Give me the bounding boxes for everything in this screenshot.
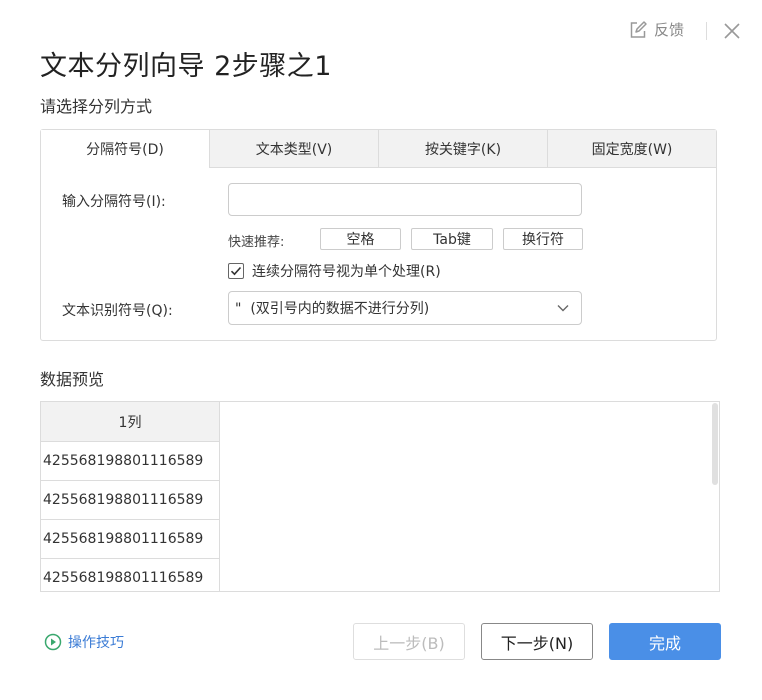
tips-label: 操作技巧 [68, 635, 124, 651]
tab-delimiter[interactable]: 分隔符号(D) [41, 130, 209, 168]
table-cell: 425568198801116589 [41, 519, 220, 559]
table-cell: 425568198801116589 [41, 480, 220, 520]
next-step-button[interactable]: 下一步(N) [481, 623, 593, 660]
tips-link[interactable]: 操作技巧 [44, 632, 124, 652]
qualifier-value: " (双引号内的数据不进行分列) [235, 301, 430, 317]
close-icon [724, 23, 740, 39]
quick-newline-button[interactable]: 换行符 [503, 228, 583, 250]
tab-keyword[interactable]: 按关键字(K) [378, 130, 547, 168]
tab-fixed-width[interactable]: 固定宽度(W) [547, 130, 716, 168]
edit-icon [628, 20, 648, 40]
consecutive-delimiter-checkbox[interactable]: 连续分隔符号视为单个处理(R) [228, 261, 441, 281]
delimiter-input-label: 输入分隔符号(I): [62, 194, 166, 210]
close-button[interactable] [722, 21, 742, 41]
feedback-label: 反馈 [654, 21, 685, 39]
play-circle-icon [44, 633, 62, 651]
dialog-title: 文本分列向导 2步骤之1 [40, 51, 332, 82]
column-header: 1列 [41, 402, 220, 442]
header-divider [706, 22, 707, 40]
table-row: 425568198801116589 [41, 480, 220, 520]
text-qualifier-select[interactable]: " (双引号内的数据不进行分列) [228, 291, 582, 325]
quick-space-button[interactable]: 空格 [320, 228, 401, 250]
feedback-button[interactable]: 反馈 [628, 19, 684, 40]
table-row: 425568198801116589 [41, 558, 220, 591]
tab-bar: 分隔符号(D) 文本类型(V) 按关键字(K) 固定宽度(W) [41, 130, 716, 168]
quick-tab-button[interactable]: Tab键 [411, 228, 493, 250]
checkbox-checked-icon [228, 263, 244, 279]
preview-table: 1列 425568198801116589 425568198801116589… [41, 402, 220, 591]
chevron-down-icon [557, 305, 569, 312]
delimiter-input[interactable] [228, 183, 582, 216]
prev-step-button[interactable]: 上一步(B) [353, 623, 465, 660]
table-cell: 425568198801116589 [41, 441, 220, 481]
dialog-subtitle: 请选择分列方式 [40, 97, 153, 116]
table-row: 425568198801116589 [41, 441, 220, 481]
qualifier-label: 文本识别符号(Q): [62, 303, 173, 319]
data-preview[interactable]: 1列 425568198801116589 425568198801116589… [40, 401, 720, 592]
split-method-panel: 分隔符号(D) 文本类型(V) 按关键字(K) 固定宽度(W) 输入分隔符号(I… [40, 129, 717, 341]
consecutive-delimiter-label: 连续分隔符号视为单个处理(R) [252, 264, 441, 280]
preview-scrollbar[interactable] [712, 403, 718, 485]
quick-recommend-label: 快速推荐: [228, 235, 285, 250]
table-cell: 425568198801116589 [41, 558, 220, 591]
finish-button[interactable]: 完成 [609, 623, 721, 660]
tab-text-type[interactable]: 文本类型(V) [209, 130, 378, 168]
table-row: 425568198801116589 [41, 519, 220, 559]
preview-title: 数据预览 [40, 370, 105, 389]
